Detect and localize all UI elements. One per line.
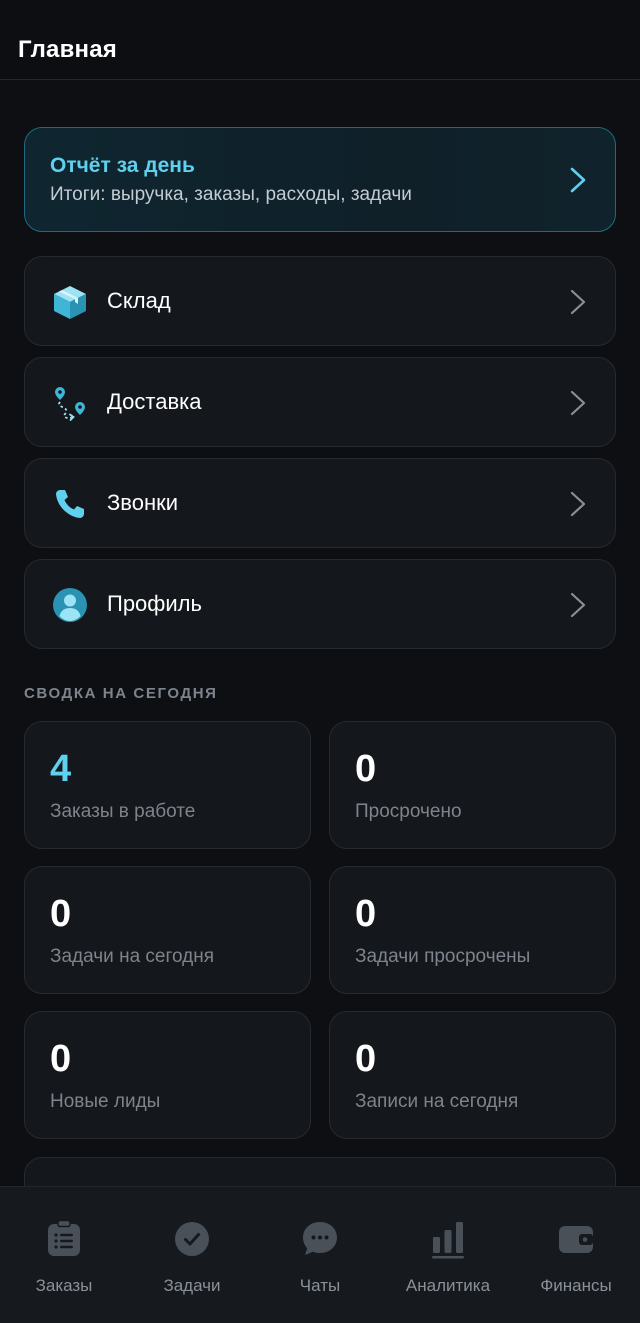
nav-item-label: Профиль bbox=[107, 591, 202, 616]
nav-item-label: Склад bbox=[107, 288, 171, 313]
stat-card-overdue[interactable]: 0 Просрочено bbox=[329, 721, 616, 849]
stat-label: Задачи на сегодня bbox=[50, 946, 215, 967]
stat-label: Записи на сегодня bbox=[355, 1091, 519, 1112]
app-header: Главная bbox=[0, 0, 640, 80]
chevron-right-icon bbox=[570, 491, 586, 517]
summary-card-partial[interactable] bbox=[24, 1157, 616, 1186]
stat-label: Новые лиды bbox=[50, 1091, 161, 1112]
chat-icon bbox=[303, 1222, 337, 1255]
summary-section-title: СВОДКА НА СЕГОДНЯ bbox=[24, 685, 218, 702]
check-circle-icon bbox=[175, 1222, 209, 1256]
phone-icon bbox=[56, 490, 84, 518]
daily-report-card[interactable]: Отчёт за день Итоги: выручка, заказы, ра… bbox=[24, 127, 616, 232]
tab-orders[interactable]: Заказы bbox=[0, 1187, 128, 1323]
chevron-right-icon bbox=[570, 592, 586, 618]
nav-item-label: Звонки bbox=[107, 490, 179, 515]
stat-label: Заказы в работе bbox=[50, 801, 196, 822]
chevron-right-icon bbox=[570, 167, 586, 193]
stat-card-tasks-today[interactable]: 0 Задачи на сегодня bbox=[24, 866, 311, 994]
tab-label: Финансы bbox=[540, 1276, 612, 1295]
stat-value: 0 bbox=[50, 1038, 72, 1080]
nav-item-calls[interactable]: Звонки bbox=[24, 458, 616, 548]
tab-tasks[interactable]: Задачи bbox=[128, 1187, 256, 1323]
page-title: Главная bbox=[18, 36, 118, 63]
stat-value: 4 bbox=[50, 748, 72, 790]
stat-value: 0 bbox=[50, 893, 72, 935]
nav-item-delivery[interactable]: Доставка bbox=[24, 357, 616, 447]
stat-label: Задачи просрочены bbox=[355, 946, 531, 967]
route-icon bbox=[55, 387, 85, 421]
bar-chart-icon bbox=[432, 1222, 464, 1259]
tab-label: Задачи bbox=[163, 1276, 221, 1295]
user-icon bbox=[53, 588, 87, 622]
stat-card-tasks-overdue[interactable]: 0 Задачи просрочены bbox=[329, 866, 616, 994]
stat-card-appointments-today[interactable]: 0 Записи на сегодня bbox=[329, 1011, 616, 1139]
main-content: Отчёт за день Итоги: выручка, заказы, ра… bbox=[0, 81, 640, 1186]
bottom-tab-bar: Заказы Задачи Чаты Аналитика Финансы bbox=[0, 1186, 640, 1323]
box-icon bbox=[54, 286, 86, 319]
stat-card-orders-in-progress[interactable]: 4 Заказы в работе bbox=[24, 721, 311, 849]
stat-value: 0 bbox=[355, 893, 377, 935]
nav-item-warehouse[interactable]: Склад bbox=[24, 256, 616, 346]
tab-label: Аналитика bbox=[405, 1276, 491, 1295]
tab-chats[interactable]: Чаты bbox=[256, 1187, 384, 1323]
daily-report-subtitle: Итоги: выручка, заказы, расходы, задачи bbox=[50, 184, 412, 205]
tab-label: Заказы bbox=[35, 1276, 93, 1295]
wallet-icon bbox=[559, 1226, 593, 1253]
stat-value: 0 bbox=[355, 1038, 377, 1080]
stat-label: Просрочено bbox=[355, 801, 462, 822]
chevron-right-icon bbox=[570, 289, 586, 315]
daily-report-title: Отчёт за день bbox=[50, 154, 195, 177]
orders-icon bbox=[48, 1219, 80, 1256]
nav-item-profile[interactable]: Профиль bbox=[24, 559, 616, 649]
tab-label: Чаты bbox=[299, 1276, 341, 1295]
chevron-right-icon bbox=[570, 390, 586, 416]
nav-item-label: Доставка bbox=[107, 389, 202, 414]
tab-analytics[interactable]: Аналитика bbox=[384, 1187, 512, 1323]
stat-card-new-leads[interactable]: 0 Новые лиды bbox=[24, 1011, 311, 1139]
stat-value: 0 bbox=[355, 748, 377, 790]
tab-finances[interactable]: Финансы bbox=[512, 1187, 640, 1323]
